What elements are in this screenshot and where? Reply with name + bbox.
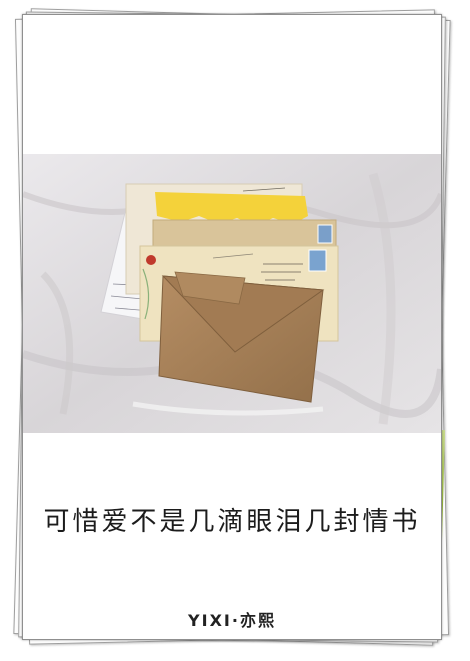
cover-photo — [23, 154, 441, 433]
cover-page: 可惜爱不是几滴眼泪几封情书 YIXI·亦熙 — [22, 14, 442, 640]
author-name: YIXI·亦熙 — [188, 611, 276, 630]
book-cover: 可惜爱不是几滴眼泪几封情书 YIXI·亦熙 — [0, 0, 470, 661]
stamp — [317, 224, 333, 244]
book-title: 可惜爱不是几滴眼泪几封情书 — [43, 507, 421, 537]
red-seal — [146, 255, 156, 265]
envelopes-illustration — [23, 154, 441, 433]
blue-stamp — [308, 249, 327, 272]
